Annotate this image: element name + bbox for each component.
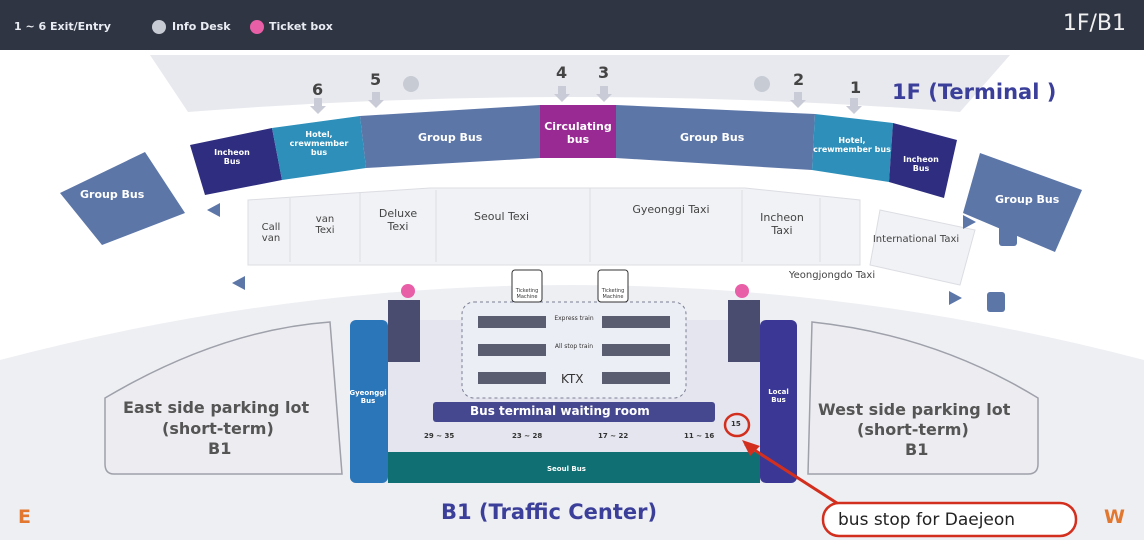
exit-number: 2 <box>793 70 805 89</box>
platform-label: 17 ~ 22 <box>598 432 629 440</box>
exit-number: 4 <box>556 63 568 82</box>
exit-number: 5 <box>370 70 382 89</box>
platform-bar <box>602 344 670 356</box>
level-1f-title: 1F (Terminal ) <box>892 80 1057 104</box>
compass-east: E <box>18 506 31 528</box>
info-desk-icon <box>152 20 166 34</box>
terminal-building <box>150 55 1010 112</box>
taxi-zone-label: Incheon Taxi <box>760 211 804 237</box>
legend-exit-entry: 1 ~ 6 Exit/Entry <box>14 20 111 33</box>
bus-zone-label: Group Bus <box>680 131 745 144</box>
legend-bar: 1 ~ 6 Exit/Entry Info Desk Ticket box 1F… <box>0 0 1144 50</box>
taxi-zone-label: Seoul Texi <box>474 210 529 223</box>
taxi-zone-label: Deluxe Texi <box>378 207 418 233</box>
platform-bar <box>478 372 546 384</box>
ticket-box-icon <box>250 20 264 34</box>
bus-zone-label: Hotel, crewmember bus <box>813 136 891 154</box>
train-line-label: All stop train <box>554 343 594 350</box>
exit-number: 3 <box>598 63 610 82</box>
taxi-zone-label: Call van <box>261 222 281 244</box>
taxi-zone-label: International Taxi <box>872 234 960 245</box>
west-parking-label: West side parking lot <box>818 400 1011 419</box>
daejeon-bus-stop-callout: bus stop for Daejeon <box>838 510 1016 530</box>
bus-zone-label: Group Bus <box>418 131 483 144</box>
bus-zone-label: Circulating bus <box>544 120 612 146</box>
compass-west: W <box>1104 506 1125 528</box>
floor-indicator: 1F/B1 <box>1062 11 1126 36</box>
platform-bar <box>478 316 546 328</box>
bus-zone-label: Incheon Bus <box>903 155 939 173</box>
bus-icon <box>999 226 1017 246</box>
bus-zone-label: Incheon Bus <box>214 148 250 166</box>
platform-bar <box>602 316 670 328</box>
platform-bar <box>602 372 670 384</box>
train-line-label: KTX <box>561 372 584 386</box>
platform-bar <box>478 344 546 356</box>
exit-number: 1 <box>850 78 862 97</box>
taxi-zone-label: Yeongjongdo Taxi <box>788 270 876 281</box>
east-parking-label: East side parking lot <box>123 398 310 417</box>
gyeonggi-bus-label: Gyeonggi Bus <box>349 389 387 405</box>
info-desk-icon <box>403 76 419 92</box>
arrow-icon <box>232 276 245 290</box>
arrow-icon <box>207 203 220 217</box>
local-bus-label: Local Bus <box>768 388 789 404</box>
stop-number: 15 <box>731 420 741 428</box>
bus-zone-label: Hotel, crewmember bus <box>289 130 349 157</box>
east-passage <box>388 300 420 362</box>
terminal-map: 1 ~ 6 Exit/Entry Info Desk Ticket box 1F… <box>0 0 1144 541</box>
west-parking-label: (short-term) <box>857 420 969 439</box>
east-parking-label: (short-term) <box>162 419 274 438</box>
waiting-room-label: Bus terminal waiting room <box>470 404 650 418</box>
east-parking-label: B1 <box>208 439 232 458</box>
bus-icon <box>987 292 1005 312</box>
bus-zone-label: Group Bus <box>80 188 145 201</box>
ticket-box-icon <box>735 284 749 298</box>
arrow-icon <box>949 291 962 305</box>
level-b1-title: B1 (Traffic Center) <box>441 500 658 524</box>
bus-zone-label: Group Bus <box>995 193 1060 206</box>
legend-ticket-box: Ticket box <box>269 20 333 33</box>
platform-label: 11 ~ 16 <box>684 432 715 440</box>
ticket-box-icon <box>401 284 415 298</box>
west-passage <box>728 300 760 362</box>
ticket-machine-label: Ticketing Machine <box>601 288 625 300</box>
platform-label: 29 ~ 35 <box>424 432 455 440</box>
train-line-label: Express train <box>554 315 594 322</box>
exit-number: 6 <box>312 80 324 99</box>
platform-label: 23 ~ 28 <box>512 432 543 440</box>
international-taxi-zone <box>869 209 976 286</box>
legend-info-desk: Info Desk <box>172 20 231 33</box>
taxi-zone-label: Gyeonggi Taxi <box>632 203 710 216</box>
info-desk-icon <box>754 76 770 92</box>
seoul-bus-label: Seoul Bus <box>547 465 586 473</box>
taxi-zone-label: van Texi <box>315 214 335 236</box>
ticket-machine-label: Ticketing Machine <box>515 288 539 300</box>
west-parking-label: B1 <box>905 440 929 459</box>
